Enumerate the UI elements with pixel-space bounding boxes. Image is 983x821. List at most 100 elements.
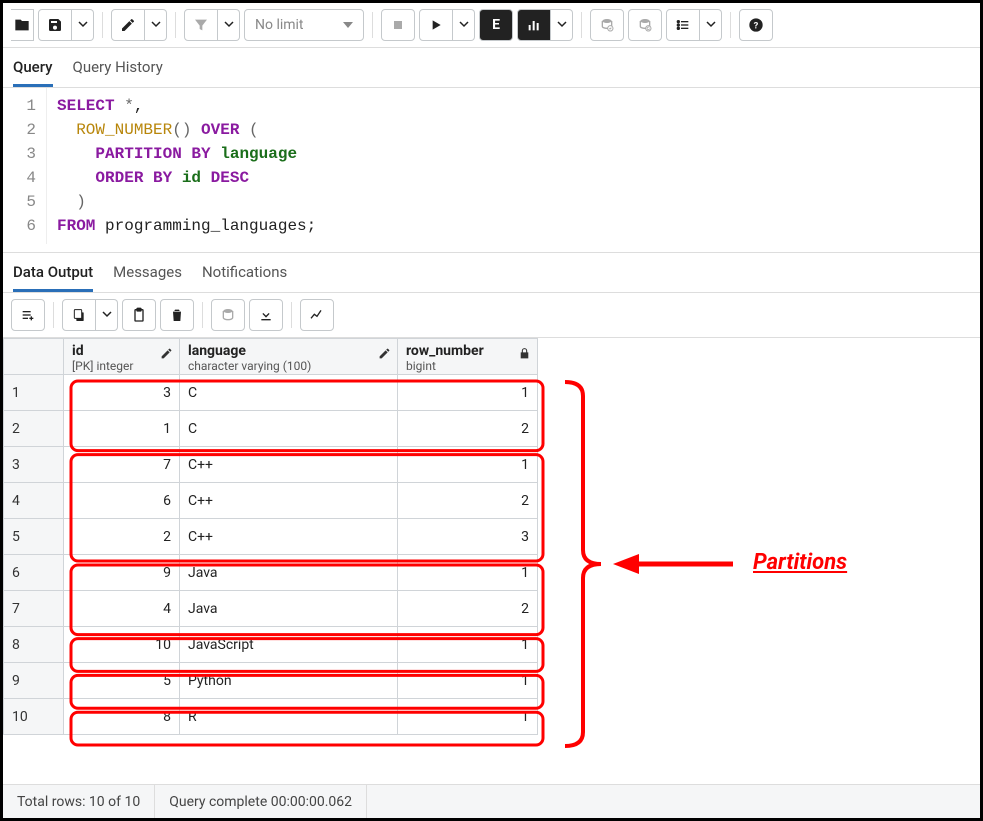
cell-language[interactable]: C++ (180, 483, 398, 519)
paste-button[interactable] (122, 299, 156, 331)
row-number: 10 (4, 699, 64, 735)
cell-language[interactable]: R (180, 699, 398, 735)
column-header[interactable]: id[PK] integer (64, 339, 180, 375)
separator (581, 12, 582, 38)
cell-row-number[interactable]: 3 (398, 519, 538, 555)
cell-row-number[interactable]: 2 (398, 591, 538, 627)
table-row[interactable]: 52C++3 (4, 519, 538, 555)
cell-id[interactable]: 4 (64, 591, 180, 627)
row-number: 6 (4, 555, 64, 591)
separator (291, 302, 292, 328)
separator (175, 12, 176, 38)
cell-language[interactable]: C (180, 375, 398, 411)
limit-select[interactable]: No limit (244, 9, 364, 41)
save-icon (47, 17, 63, 33)
sql-editor[interactable]: 123456 SELECT *, ROW_NUMBER() OVER ( PAR… (3, 88, 980, 253)
cell-language[interactable]: Python (180, 663, 398, 699)
explain-button[interactable]: E (479, 9, 513, 41)
table-row[interactable]: 95Python1 (4, 663, 538, 699)
delete-button[interactable] (160, 299, 194, 331)
column-header[interactable]: row_numberbigint (398, 339, 538, 375)
save-button[interactable] (38, 9, 72, 41)
cell-language[interactable]: JavaScript (180, 627, 398, 663)
table-row[interactable]: 21C2 (4, 411, 538, 447)
status-bar: Total rows: 10 of 10 Query complete 00:0… (3, 784, 980, 818)
table-row[interactable]: 46C++2 (4, 483, 538, 519)
cell-id[interactable]: 3 (64, 375, 180, 411)
edit-dropdown[interactable] (145, 9, 167, 41)
chevron-down-icon (102, 309, 112, 319)
cell-row-number[interactable]: 1 (398, 627, 538, 663)
cell-row-number[interactable]: 1 (398, 555, 538, 591)
commit-button[interactable] (590, 9, 624, 41)
separator (102, 12, 103, 38)
save-split (38, 9, 94, 41)
run-dropdown[interactable] (453, 9, 475, 41)
db-save-icon (220, 307, 236, 323)
line-chart-icon (309, 307, 325, 323)
table-row[interactable]: 108R1 (4, 699, 538, 735)
help-button[interactable]: ? (739, 9, 773, 41)
filter-button[interactable] (184, 9, 218, 41)
cell-language[interactable]: Java (180, 591, 398, 627)
cell-id[interactable]: 1 (64, 411, 180, 447)
cell-id[interactable]: 6 (64, 483, 180, 519)
partitions-label: Partitions (753, 550, 847, 575)
cell-row-number[interactable]: 1 (398, 699, 538, 735)
chart-button[interactable] (300, 299, 334, 331)
cell-language[interactable]: C++ (180, 447, 398, 483)
explain-analyze-button[interactable] (517, 9, 551, 41)
cell-row-number[interactable]: 1 (398, 663, 538, 699)
play-icon (428, 17, 444, 33)
cell-id[interactable]: 9 (64, 555, 180, 591)
cell-id[interactable]: 5 (64, 663, 180, 699)
cell-row-number[interactable]: 1 (398, 447, 538, 483)
macros-dropdown[interactable] (700, 9, 722, 41)
copy-button[interactable] (62, 299, 96, 331)
cell-language[interactable]: C++ (180, 519, 398, 555)
cell-id[interactable]: 10 (64, 627, 180, 663)
tab-history[interactable]: Query History (73, 58, 163, 87)
edit-button[interactable] (111, 9, 145, 41)
results-grid[interactable]: id[PK] integerlanguagecharacter varying … (3, 338, 538, 735)
tab-query[interactable]: Query (13, 58, 53, 87)
cell-row-number[interactable]: 2 (398, 483, 538, 519)
cell-row-number[interactable]: 1 (398, 375, 538, 411)
cell-id[interactable]: 8 (64, 699, 180, 735)
table-row[interactable]: 13C1 (4, 375, 538, 411)
cell-language[interactable]: Java (180, 555, 398, 591)
copy-dropdown[interactable] (96, 299, 118, 331)
lock-icon (518, 347, 531, 364)
tab-notifications[interactable]: Notifications (202, 263, 287, 292)
tab-messages[interactable]: Messages (113, 263, 182, 292)
stop-button[interactable] (381, 9, 415, 41)
save-data-button[interactable] (211, 299, 245, 331)
table-row[interactable]: 74Java2 (4, 591, 538, 627)
rollback-button[interactable] (628, 9, 662, 41)
filter-dropdown[interactable] (218, 9, 240, 41)
bar-chart-icon (526, 17, 542, 33)
column-header[interactable]: languagecharacter varying (100) (180, 339, 398, 375)
query-tabs: Query Query History (3, 48, 980, 88)
tab-data-output[interactable]: Data Output (13, 263, 93, 292)
separator (730, 12, 731, 38)
separator (202, 302, 203, 328)
run-button[interactable] (419, 9, 453, 41)
cell-id[interactable]: 2 (64, 519, 180, 555)
add-row-button[interactable] (11, 299, 45, 331)
row-number: 9 (4, 663, 64, 699)
editor-code[interactable]: SELECT *, ROW_NUMBER() OVER ( PARTITION … (47, 88, 326, 244)
table-row[interactable]: 810JavaScript1 (4, 627, 538, 663)
filter-icon (193, 17, 209, 33)
table-row[interactable]: 37C++1 (4, 447, 538, 483)
download-button[interactable] (249, 299, 283, 331)
save-dropdown[interactable] (72, 9, 94, 41)
cell-language[interactable]: C (180, 411, 398, 447)
table-row[interactable]: 69Java1 (4, 555, 538, 591)
row-number: 4 (4, 483, 64, 519)
explain-analyze-dropdown[interactable] (551, 9, 573, 41)
open-button[interactable] (11, 9, 34, 41)
cell-id[interactable]: 7 (64, 447, 180, 483)
macros-button[interactable] (666, 9, 700, 41)
cell-row-number[interactable]: 2 (398, 411, 538, 447)
